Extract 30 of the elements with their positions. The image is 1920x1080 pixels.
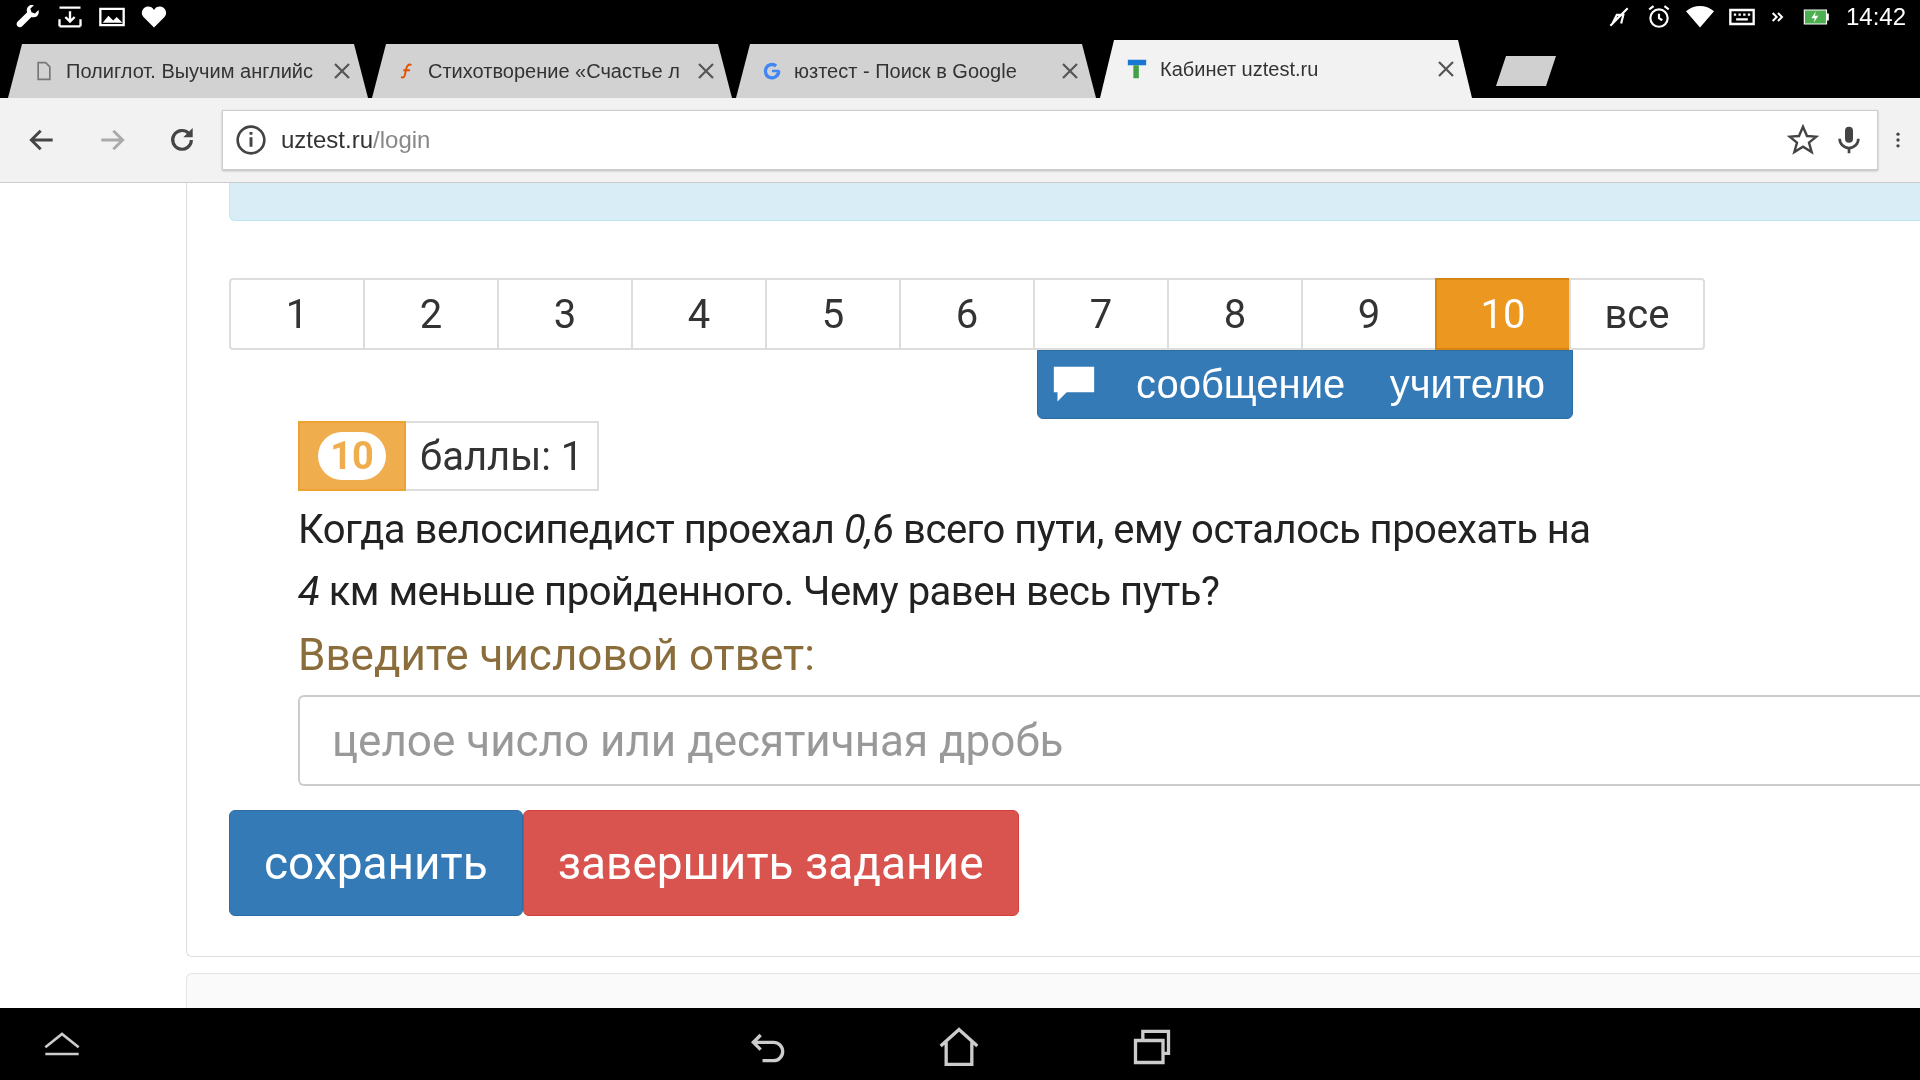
address-bar[interactable]: uztest.ru/login [222,110,1878,170]
browser-tab[interactable]: Полиглот. Выучим английс [8,44,368,98]
star-icon[interactable] [1787,124,1819,156]
page-tab[interactable]: 9 [1301,278,1437,350]
page-tab[interactable]: все [1569,278,1705,350]
page-tab[interactable]: 4 [631,278,767,350]
info-icon [235,124,267,156]
clock-time: 14:42 [1845,3,1906,31]
finish-button[interactable]: завершить задание [522,810,1019,916]
question-number-badge: 10 [298,421,406,491]
browser-tab[interactable]: Кабинет uztest.ru [1100,40,1472,98]
message-teacher-button[interactable]: сообщение учителю [1037,350,1573,419]
page-tab[interactable]: 3 [497,278,633,350]
page-tab[interactable]: 5 [765,278,901,350]
save-button[interactable]: сохранить [229,810,523,916]
blocks-icon [1126,57,1148,81]
page-tab[interactable]: 2 [363,278,499,350]
page-tab[interactable]: 1 [229,278,365,350]
page-tab[interactable]: 6 [899,278,1035,350]
points-label: баллы: 1 [406,421,600,491]
url-text: uztest.ru/login [281,126,431,154]
browser-tab[interactable]: Стихотворение «Счастье л [372,44,732,98]
page-icon [34,60,54,82]
answer-field[interactable]: целое число или десятичная дробь [298,695,1920,786]
browser-tab[interactable]: юзтест - Поиск в Google [736,44,1096,98]
question-text: Когда велосипедист проехал 0,6 всего пути, ему осталось проехать на 4 км меньше пройденного. Чему равен весь путь? [298,505,1592,617]
g-icon [762,61,782,81]
page-tab[interactable]: 7 [1033,278,1169,350]
answer-label: Введите числовой ответ: [298,629,816,681]
page-tab[interactable]: 8 [1167,278,1303,350]
